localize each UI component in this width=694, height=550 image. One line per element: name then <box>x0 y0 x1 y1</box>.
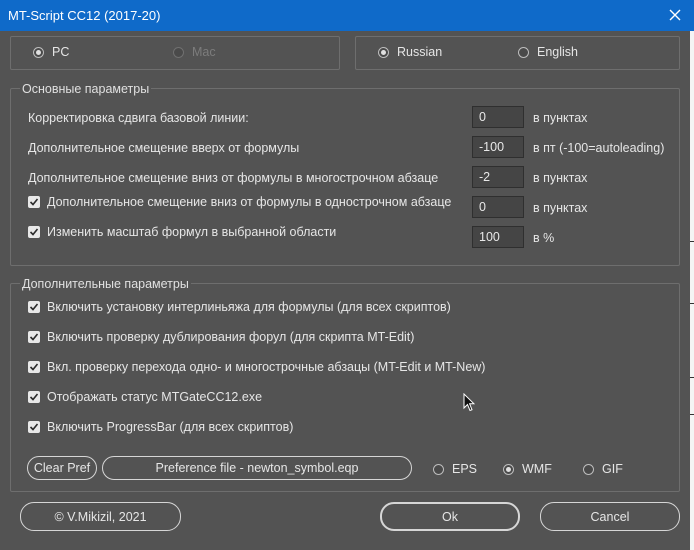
offset-up-unit: в пт (-100=autoleading) <box>533 141 665 155</box>
scale-formulas-label: Изменить масштаб формул в выбранной обла… <box>47 225 337 239</box>
radio-wmf-indicator <box>503 463 514 475</box>
clear-pref-button[interactable]: Clear Pref <box>27 456 97 480</box>
offset-down-multiline-unit: в пунктах <box>533 171 588 185</box>
offset-up-label: Дополнительное смещение вверх от формулы <box>28 141 300 155</box>
copyright-button[interactable]: © V.Mikizil, 2021 <box>20 502 181 531</box>
scale-formulas-unit: в % <box>533 231 555 245</box>
scale-formulas-checkbox-box <box>28 226 40 238</box>
radio-mac: Mac <box>173 45 216 59</box>
leading-checkbox-box <box>28 301 40 313</box>
radio-wmf-label: WMF <box>522 462 552 476</box>
radio-pc[interactable]: PC <box>33 45 69 59</box>
radio-english-indicator <box>518 46 529 58</box>
offset-down-singleline-checkbox[interactable]: Дополнительное смещение вниз от формулы … <box>28 195 451 209</box>
gate-status-checkbox-box <box>28 391 40 403</box>
close-button[interactable] <box>662 3 688 27</box>
baseline-shift-input[interactable] <box>472 106 524 128</box>
ok-button[interactable]: Ok <box>380 502 520 531</box>
checkmark-icon <box>29 423 39 431</box>
radio-russian-indicator <box>378 46 389 58</box>
radio-gif[interactable]: GIF <box>583 462 623 476</box>
radio-pc-indicator <box>33 46 44 58</box>
basic-params-title: Основные параметры <box>20 82 152 96</box>
checkmark-icon <box>29 333 39 341</box>
radio-mac-indicator <box>173 46 184 58</box>
radio-eps-indicator <box>433 463 444 475</box>
window-title: MT-Script CC12 (2017-20) <box>8 8 161 23</box>
offset-down-singleline-input[interactable] <box>472 196 524 218</box>
duplicate-check-label: Включить проверку дублирования форул (дл… <box>47 330 415 344</box>
duplicate-check-checkbox-box <box>28 331 40 343</box>
radio-english-label: English <box>537 45 578 59</box>
dialog-body: PC Mac Russian English Основные параметр… <box>0 31 690 550</box>
mouse-pointer-icon <box>463 393 475 412</box>
radio-eps-label: EPS <box>452 462 478 476</box>
offset-down-multiline-label: Дополнительное смещение вниз от формулы … <box>28 171 439 185</box>
gate-status-label: Отображать статус MTGateCC12.exe <box>47 390 263 404</box>
gate-status-checkbox[interactable]: Отображать статус MTGateCC12.exe <box>28 390 262 404</box>
scale-formulas-checkbox[interactable]: Изменить масштаб формул в выбранной обла… <box>28 225 336 239</box>
progressbar-checkbox-box <box>28 421 40 433</box>
radio-wmf[interactable]: WMF <box>503 462 552 476</box>
paragraph-transition-checkbox-box <box>28 361 40 373</box>
duplicate-check-checkbox[interactable]: Включить проверку дублирования форул (дл… <box>28 330 414 344</box>
progressbar-label: Включить ProgressBar (для всех скриптов) <box>47 420 294 434</box>
offset-down-singleline-unit: в пунктах <box>533 201 588 215</box>
additional-params-title: Дополнительные параметры <box>20 277 191 291</box>
close-icon <box>669 9 681 21</box>
title-bar: MT-Script CC12 (2017-20) <box>0 0 694 31</box>
checkmark-icon <box>29 393 39 401</box>
radio-eps[interactable]: EPS <box>433 462 477 476</box>
radio-mac-label: Mac <box>192 45 216 59</box>
preference-file-button[interactable]: Preference file - newton_symbol.eqp <box>102 456 412 480</box>
baseline-shift-label: Корректировка сдвига базовой линии: <box>28 111 249 125</box>
leading-checkbox[interactable]: Включить установку интерлиньяжа для форм… <box>28 300 451 314</box>
radio-russian-label: Russian <box>397 45 443 59</box>
background-document-strip <box>690 31 694 550</box>
radio-gif-label: GIF <box>602 462 623 476</box>
checkmark-icon <box>29 363 39 371</box>
offset-down-singleline-checkbox-box <box>28 196 40 208</box>
paragraph-transition-label: Вкл. проверку перехода одно- и многостро… <box>47 360 486 374</box>
radio-russian[interactable]: Russian <box>378 45 442 59</box>
offset-down-singleline-label: Дополнительное смещение вниз от формулы … <box>47 195 452 209</box>
radio-english[interactable]: English <box>518 45 578 59</box>
checkmark-icon <box>29 198 39 206</box>
checkmark-icon <box>29 228 39 236</box>
offset-up-input[interactable] <box>472 136 524 158</box>
paragraph-transition-checkbox[interactable]: Вкл. проверку перехода одно- и многостро… <box>28 360 485 374</box>
radio-gif-indicator <box>583 463 594 475</box>
offset-down-multiline-input[interactable] <box>472 166 524 188</box>
cancel-button[interactable]: Cancel <box>540 502 680 531</box>
baseline-shift-unit: в пунктах <box>533 111 588 125</box>
checkmark-icon <box>29 303 39 311</box>
scale-formulas-input[interactable] <box>472 226 524 248</box>
radio-pc-label: PC <box>52 45 70 59</box>
progressbar-checkbox[interactable]: Включить ProgressBar (для всех скриптов) <box>28 420 293 434</box>
leading-label: Включить установку интерлиньяжа для форм… <box>47 300 451 314</box>
